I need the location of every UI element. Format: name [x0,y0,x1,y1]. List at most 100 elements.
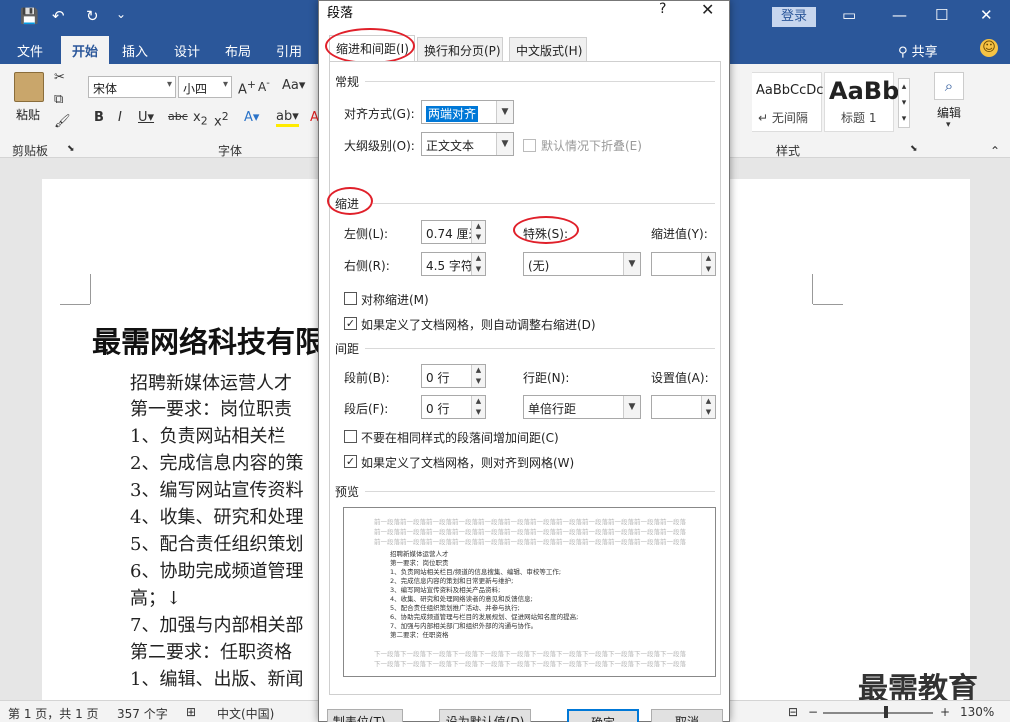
at-spinner[interactable]: ▲ ▼ [651,395,716,419]
bold-icon[interactable]: B [94,110,104,125]
word-count[interactable]: 357 个字 [117,705,168,722]
right-indent-spinner[interactable]: 4.5 字符 ▲ ▼ [421,252,486,276]
grow-font-icon[interactable]: A+ [238,78,256,97]
tab-insert[interactable]: 插入 [122,41,148,60]
auto-adjust-checkbox[interactable]: ✓ [344,317,357,330]
left-indent-label: 左侧(L): [344,227,389,241]
customize-icon[interactable]: ⌄ [116,7,126,21]
language[interactable]: 中文(中国) [217,705,274,722]
set-default-button[interactable]: 设为默认值(D) [439,709,531,722]
login-button[interactable]: 登录 [772,7,816,27]
outline-level-select[interactable]: 正文文本 ▼ [421,132,514,156]
paste-label[interactable]: 粘贴 [16,106,40,123]
view-icon[interactable]: ⊟ [788,705,798,719]
change-case-icon[interactable]: Aa▾ [282,78,305,93]
tabs-button[interactable]: 制表位(T)... [327,709,403,722]
ok-button[interactable]: 确定 [567,709,639,722]
mirror-indents-checkbox[interactable] [344,292,357,305]
no-space-label: 不要在相同样式的段落间增加间距(C) [361,431,559,445]
edit-label[interactable]: 编辑 [937,104,961,121]
document-title: 最需网络科技有限 [92,325,325,359]
zoom-thumb[interactable] [884,706,888,718]
special-indent-select[interactable]: (无) ▼ [523,252,641,276]
style-preview: AaBb [829,77,900,105]
space-after-value: 0 行 [426,402,450,416]
tab-asian-typography[interactable]: 中文版式(H) [509,37,587,61]
spin-arrows-icon[interactable]: ▲ ▼ [471,396,485,418]
dialog-launcher-icon[interactable]: ⬊ [67,144,75,154]
collapse-ribbon-icon[interactable]: ⌃ [990,144,1000,158]
dialog-launcher-icon[interactable]: ⬊ [910,144,918,154]
font-name-combo[interactable]: 宋体 ▾ [88,76,176,98]
crop-mark [812,274,813,304]
share-button[interactable]: ⚲ 共享 [898,41,938,60]
crop-mark [60,304,90,305]
alignment-select[interactable]: 两端对齐 ▼ [421,100,514,124]
separator [365,491,715,492]
tab-file[interactable]: 文件 [17,41,43,60]
ribbon-display-icon[interactable]: ▭ [842,6,856,24]
paste-icon[interactable] [14,72,44,102]
preview-sample-line: 第二要求：任职资格 [390,631,449,639]
smiley-icon[interactable]: ☺ [980,39,998,57]
chevron-down-icon[interactable]: ▾ [946,120,951,130]
cut-icon[interactable]: ✂ [54,70,65,85]
spin-arrows-icon[interactable]: ▲ ▼ [701,396,715,418]
preview-next-text: 下一段落下一段落下一段落下一段落下一段落下一段落下一段落下一段落下一段落下一段落… [374,650,686,658]
cancel-button[interactable]: 取消 [651,709,723,722]
left-indent-spinner[interactable]: 0.74 厘米 ▲ ▼ [421,220,486,244]
format-painter-icon[interactable]: 🖌 [54,114,71,129]
underline-icon[interactable]: U▾ [138,110,154,125]
search-icon[interactable]: ⌕ [934,72,964,100]
zoom-out-icon[interactable]: − [808,705,818,719]
collapse-checkbox[interactable] [523,139,536,152]
doc-line: 高；↓ [130,588,182,609]
tab-line-page-breaks[interactable]: 换行和分页(P) [417,37,503,61]
styles-scroll-icon[interactable]: ▴ ▾ ▾ [898,78,910,128]
space-after-spinner[interactable]: 0 行 ▲ ▼ [421,395,486,419]
tab-layout[interactable]: 布局 [225,41,251,60]
zoom-level[interactable]: 130% [960,705,994,719]
spin-arrows-icon[interactable]: ▲ ▼ [471,365,485,387]
snap-grid-checkbox[interactable]: ✓ [344,455,357,468]
proofing-icon[interactable]: ⊞ [186,705,196,719]
close-window-icon[interactable]: ✕ [980,6,993,24]
page-count[interactable]: 第 1 页，共 1 页 [8,705,99,722]
spin-arrows-icon[interactable]: ▲ ▼ [471,253,485,275]
copy-icon[interactable]: ⧉ [54,92,63,107]
font-size-combo[interactable]: 小四 ▾ [178,76,232,98]
subscript-icon[interactable]: x2 [193,110,208,128]
word-window: 💾 ↶ ↻ ⌄ 登录 ▭ — ☐ ✕ 文件 开始 插入 设计 布局 引用 ⚲ 共… [0,0,1010,722]
redo-icon[interactable]: ↻ [86,7,99,25]
zoom-in-icon[interactable]: + [940,705,950,719]
space-before-spinner[interactable]: 0 行 ▲ ▼ [421,364,486,388]
italic-icon[interactable]: I [118,110,122,125]
style-heading-1[interactable]: AaBb 标题 1 [824,72,899,132]
style-no-spacing[interactable]: AaBbCcDc ↵ 无间隔 [752,72,823,132]
superscript-icon[interactable]: x2 [214,110,229,129]
save-icon[interactable]: 💾 [20,7,39,25]
minimize-icon[interactable]: — [892,6,907,24]
no-space-checkbox[interactable] [344,430,357,443]
spin-arrows-icon[interactable]: ▲ ▼ [471,221,485,243]
line-spacing-label: 行距(N): [523,371,570,385]
undo-icon[interactable]: ↶ [52,7,65,25]
preview-prev-text: 前一段落前一段落前一段落前一段落前一段落前一段落前一段落前一段落前一段落前一段落… [374,518,686,526]
maximize-icon[interactable]: ☐ [935,6,948,24]
tab-design[interactable]: 设计 [174,41,200,60]
right-indent-value: 4.5 字符 [426,259,473,273]
spin-arrows-icon[interactable]: ▲ ▼ [701,253,715,275]
text-effects-icon[interactable]: A▾ [244,110,259,125]
help-icon[interactable]: ? [659,1,666,17]
indent-by-spinner[interactable]: ▲ ▼ [651,252,716,276]
strikethrough-icon[interactable]: abc [168,110,188,123]
shrink-font-icon[interactable]: A- [258,78,270,94]
close-icon[interactable]: ✕ [701,0,714,19]
zoom-slider[interactable] [823,712,933,714]
highlight-icon[interactable]: ab▾ [276,110,299,127]
space-before-value: 0 行 [426,371,450,385]
tab-home[interactable]: 开始 [61,36,110,64]
tab-references[interactable]: 引用 [276,41,302,60]
paragraph-dialog: 段落 ? ✕ 缩进和间距(I) 换行和分页(P) 中文版式(H) 常规 对齐方式… [318,0,730,722]
line-spacing-select[interactable]: 单倍行距 ▼ [523,395,641,419]
